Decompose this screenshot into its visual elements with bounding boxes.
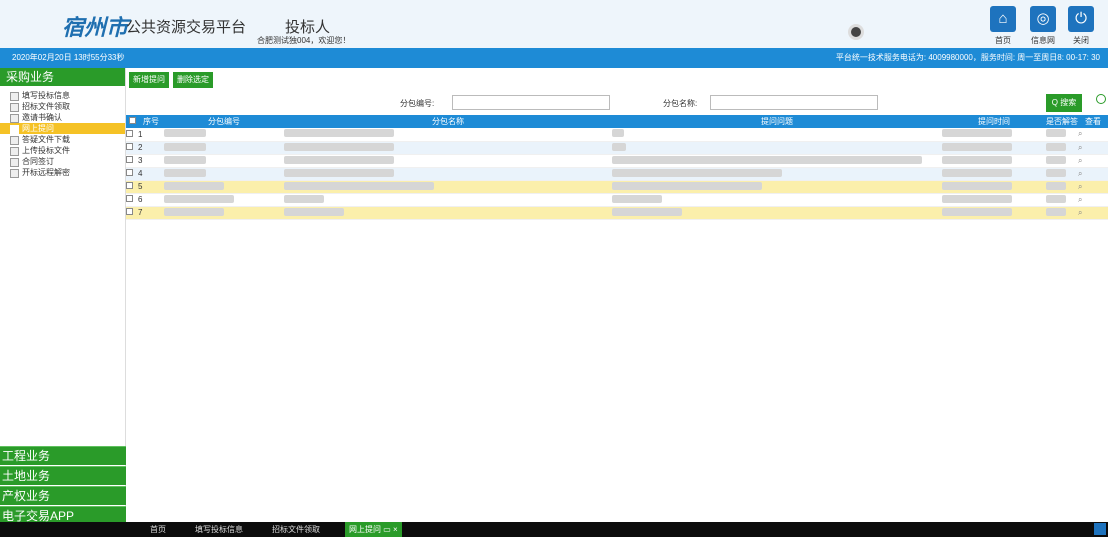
footer-tabs: 首页 填写投标信息 招标文件领取 网上提问 ▭ × (0, 522, 1108, 537)
logo: 宿州市 (62, 15, 129, 40)
menu-icon[interactable] (1094, 523, 1106, 535)
table-row[interactable]: 3 ⌕ (126, 154, 1108, 168)
tab-qa-label: 网上提问 (349, 525, 381, 534)
sidebar-item[interactable]: 开标远程解密 (0, 167, 125, 178)
row-checkbox[interactable] (126, 208, 133, 215)
tab-fill-info[interactable]: 填写投标信息 (195, 522, 243, 537)
info-label[interactable]: 信息网 (1023, 35, 1063, 46)
table-row[interactable]: 2 ⌕ (126, 141, 1108, 155)
robot-icon (848, 24, 864, 40)
tab-home[interactable]: 首页 (150, 522, 166, 537)
col-time: 提问时间 (942, 115, 1046, 128)
view-icon[interactable]: ⌕ (1078, 141, 1108, 155)
nav-engineering[interactable]: 工程业务 (0, 446, 126, 465)
table-row[interactable]: 5 ⌕ (126, 180, 1108, 194)
settings-icon[interactable] (1096, 94, 1106, 104)
col-pkg-no: 分包编号 (164, 115, 284, 128)
sidebar-item[interactable]: 上传投标文件 (0, 145, 125, 156)
sidebar-item[interactable]: 邀请书确认 (0, 112, 125, 123)
view-icon[interactable]: ⌕ (1078, 193, 1108, 207)
row-checkbox[interactable] (126, 143, 133, 150)
row-index: 3 (138, 154, 164, 168)
content: 新增提问 删除选定 分包编号: 分包名称: Q 搜索 序号 分包编号 分包名称 … (126, 68, 1108, 527)
delete-selected-button[interactable]: 删除选定 (173, 72, 213, 88)
sidebar-item[interactable]: 合同签订 (0, 156, 125, 167)
clock: 2020年02月20日 13时55分33秒 (12, 53, 125, 62)
row-checkbox[interactable] (126, 182, 133, 189)
nav-property[interactable]: 产权业务 (0, 486, 126, 505)
sidebar-item[interactable]: 答疑文件下载 (0, 134, 125, 145)
row-checkbox[interactable] (126, 195, 133, 202)
row-index: 6 (138, 193, 164, 207)
view-icon[interactable]: ⌕ (1078, 128, 1108, 142)
sidebar-item[interactable]: 招标文件领取 (0, 101, 125, 112)
row-index: 4 (138, 167, 164, 181)
view-icon[interactable]: ⌕ (1078, 180, 1108, 194)
view-icon[interactable]: ⌕ (1078, 167, 1108, 181)
nav-land[interactable]: 土地业务 (0, 466, 126, 485)
search-label: 搜索 (1060, 98, 1077, 107)
tab-qa-active[interactable]: 网上提问 ▭ × (345, 522, 402, 537)
sidebar-title[interactable]: 采购业务 (0, 68, 125, 86)
table-row[interactable]: 7 ⌕ (126, 206, 1108, 220)
col-index: 序号 (138, 115, 164, 128)
view-icon[interactable]: ⌕ (1078, 154, 1108, 168)
tab-doc[interactable]: 招标文件领取 (272, 522, 320, 537)
row-index: 1 (138, 128, 164, 142)
sidebar-item[interactable]: 填写投标信息 (0, 90, 125, 101)
power-icon[interactable]: ⏻ (1068, 6, 1094, 32)
table-row[interactable]: 6 ⌕ (126, 193, 1108, 207)
close-label[interactable]: 关闭 (1061, 35, 1101, 46)
hotline: 平台统一技术服务电话为: 4009980000，服务时间: 周一至周日8: 00… (835, 53, 1100, 62)
home-label[interactable]: 首页 (983, 35, 1023, 46)
pkg-name-input[interactable] (710, 95, 878, 110)
row-checkbox[interactable] (126, 129, 133, 137)
table-row[interactable]: 4 ⌕ (126, 167, 1108, 181)
sidebar-item-active[interactable]: 网上提问 (0, 123, 125, 134)
row-checkbox[interactable] (126, 169, 133, 176)
search-button[interactable]: Q 搜索 (1046, 94, 1082, 112)
col-pkg-name: 分包名称 (284, 115, 612, 128)
globe-icon[interactable]: ◎ (1030, 6, 1056, 32)
pkg-name-label: 分包名称: (663, 99, 698, 108)
platform-title: 公共资源交易平台 (126, 19, 247, 36)
table-row[interactable]: 1 ⌕ (126, 128, 1108, 142)
pkg-no-input[interactable] (452, 95, 610, 110)
pkg-no-label: 分包编号: (400, 99, 435, 108)
col-answered: 是否解答 (1046, 115, 1078, 128)
table-header: 序号 分包编号 分包名称 提问问题 提问时间 是否解答 查看 (126, 115, 1108, 128)
row-index: 2 (138, 141, 164, 155)
question-table: 序号 分包编号 分包名称 提问问题 提问时间 是否解答 查看 1 ⌕ 2 ⌕ 3 ⌕ … (126, 115, 1108, 220)
row-index: 7 (138, 206, 164, 220)
title-bar: 宿州市 公共资源交易平台 投标人 合肥测试独004，欢迎您！ ⌂ 首页 ◎ 信息… (0, 0, 1108, 48)
select-all-checkbox[interactable] (128, 117, 136, 124)
add-question-button[interactable]: 新增提问 (129, 72, 169, 88)
col-view: 查看 (1078, 115, 1108, 128)
welcome-text: 合肥测试独004，欢迎您！ (257, 36, 351, 45)
view-icon[interactable]: ⌕ (1078, 206, 1108, 220)
col-question: 提问问题 (612, 115, 942, 128)
home-icon[interactable]: ⌂ (990, 6, 1016, 32)
row-checkbox[interactable] (126, 156, 133, 163)
sidebar: 采购业务 填写投标信息 招标文件领取 邀请书确认 网上提问 答疑文件下载 上传投… (0, 68, 126, 527)
status-bar: 2020年02月20日 13时55分33秒 平台统一技术服务电话为: 40099… (0, 48, 1108, 68)
role-title: 投标人 (285, 19, 331, 36)
row-index: 5 (138, 180, 164, 194)
